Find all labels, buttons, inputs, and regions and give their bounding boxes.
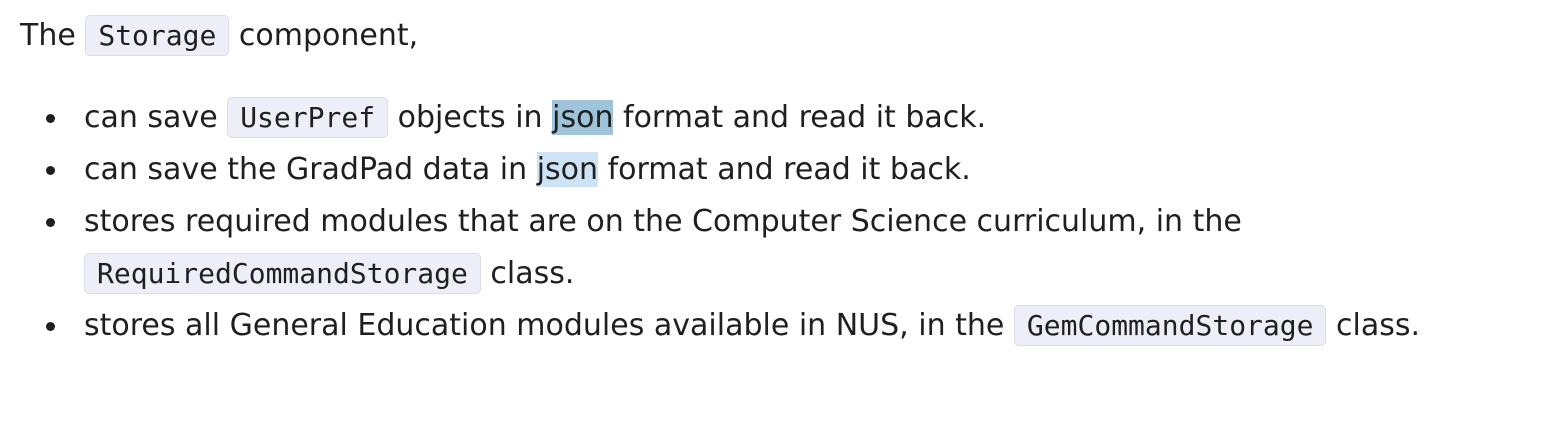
inline-code-requiredcommandstorage: RequiredCommandStorage bbox=[84, 253, 481, 294]
item-text: class. bbox=[1336, 308, 1421, 343]
list-item: stores required modules that are on the … bbox=[20, 196, 1530, 300]
list-item: can save the GradPad data in json format… bbox=[20, 144, 1530, 196]
item-text: stores all General Education modules ava… bbox=[84, 308, 1005, 343]
list-item: stores all General Education modules ava… bbox=[20, 300, 1530, 352]
item-text: can save the GradPad data in bbox=[84, 152, 528, 187]
intro-paragraph: The Storage component, bbox=[20, 12, 418, 60]
inline-code-gemcommandstorage: GemCommandStorage bbox=[1013, 305, 1327, 346]
bullet-dot-icon bbox=[46, 166, 55, 175]
inline-code-userpref: UserPref bbox=[227, 97, 389, 138]
highlighted-word[interactable]: json bbox=[552, 100, 614, 135]
intro-text-after: component, bbox=[238, 18, 419, 53]
item-text: objects in bbox=[397, 100, 543, 135]
inline-code-storage: Storage bbox=[85, 15, 230, 56]
item-text: class. bbox=[490, 256, 575, 291]
bullet-list: can save UserPref objects in json format… bbox=[20, 92, 1530, 352]
bullet-dot-icon bbox=[46, 218, 55, 227]
item-text: format and read it back. bbox=[623, 100, 987, 135]
bullet-dot-icon bbox=[46, 114, 55, 123]
item-text: stores required modules that are on the … bbox=[84, 204, 1242, 239]
item-text: can save bbox=[84, 100, 218, 135]
bullet-dot-icon bbox=[46, 322, 55, 331]
item-text: format and read it back. bbox=[607, 152, 971, 187]
intro-text-before: The bbox=[20, 18, 76, 53]
list-item: can save UserPref objects in json format… bbox=[20, 92, 1530, 144]
highlighted-word[interactable]: json bbox=[536, 152, 599, 187]
